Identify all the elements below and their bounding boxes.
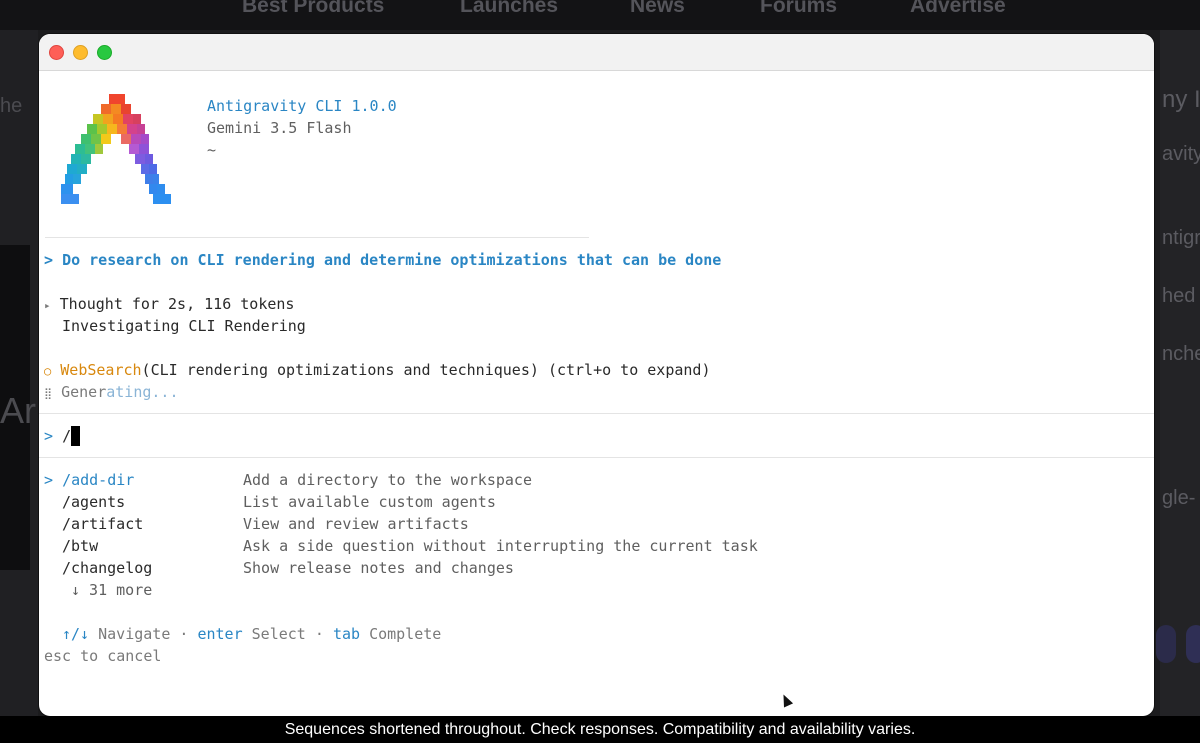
bg-right-text-1: ny I bbox=[1162, 86, 1200, 113]
prompt-marker: > bbox=[44, 251, 54, 269]
spinner-icon: ⣿ bbox=[44, 387, 53, 400]
input-bottom-divider bbox=[39, 457, 1154, 458]
command-item[interactable]: > /add-dir bbox=[44, 470, 134, 490]
input-value[interactable]: / bbox=[62, 427, 71, 445]
selected-marker: > bbox=[44, 471, 54, 489]
bg-left-text-2: Ar bbox=[0, 390, 36, 431]
bg-right-text-4: hed bbox=[1162, 285, 1196, 307]
model-name: Gemini 3.5 Flash bbox=[207, 119, 352, 137]
status-text-b: ating... bbox=[106, 383, 179, 401]
video-caption: Sequences shortened throughout. Check re… bbox=[0, 716, 1200, 743]
command-description: View and review artifacts bbox=[243, 515, 469, 533]
command-input[interactable]: > / bbox=[44, 426, 81, 446]
minimize-window-button[interactable] bbox=[73, 45, 88, 60]
command-description: List available custom agents bbox=[243, 493, 496, 511]
input-top-divider bbox=[39, 413, 1154, 414]
command-item[interactable]: /artifact bbox=[62, 514, 143, 534]
input-prompt-marker: > bbox=[44, 427, 54, 445]
bg-nav-best-products: Best Products bbox=[242, 0, 385, 17]
close-window-button[interactable] bbox=[49, 45, 64, 60]
expand-triangle-icon[interactable]: ▸ bbox=[44, 299, 51, 312]
command-item[interactable]: /agents bbox=[62, 492, 125, 512]
command-description: Ask a side question without interrupting… bbox=[243, 537, 758, 555]
command-item[interactable]: /btw bbox=[62, 536, 98, 556]
bg-right-text-5: nche bbox=[1162, 343, 1200, 365]
hint-separator: · bbox=[179, 625, 189, 643]
cancel-hint: esc to cancel bbox=[44, 647, 162, 665]
bg-button-shape bbox=[1156, 625, 1176, 663]
bg-right-text-2: avity bbox=[1162, 143, 1200, 165]
status-text-a: Gener bbox=[61, 383, 107, 401]
terminal-window[interactable]: Antigravity CLI 1.0.0 Gemini 3.5 Flash ~… bbox=[39, 34, 1154, 716]
key-hints: ↑/↓ Navigate · enter Select · tab Comple… bbox=[62, 624, 441, 644]
bg-button-shape-2 bbox=[1186, 625, 1200, 663]
status-line: ⣿ Generating... bbox=[44, 382, 179, 402]
command-name: /add-dir bbox=[62, 471, 135, 489]
thought-summary: Thought for 2s, 116 tokens bbox=[59, 295, 295, 313]
command-description: Show release notes and changes bbox=[243, 559, 514, 577]
nav-key: ↑/↓ bbox=[62, 625, 90, 643]
more-commands-indicator[interactable]: ↓ 31 more bbox=[71, 580, 152, 600]
text-cursor bbox=[71, 426, 81, 446]
enter-label: Select bbox=[251, 625, 306, 643]
nav-label: Navigate bbox=[98, 625, 171, 643]
logo-pixels bbox=[61, 94, 171, 204]
user-prompt-line: > Do research on CLI rendering and deter… bbox=[44, 250, 721, 270]
tab-label: Complete bbox=[369, 625, 442, 643]
hint-separator: · bbox=[314, 625, 324, 643]
tool-call-line[interactable]: ○ WebSearch(CLI rendering optimizations … bbox=[44, 360, 711, 380]
background-nav-bar: Best Products Launches News Forums Adver… bbox=[0, 0, 1200, 30]
app-name-version: Antigravity CLI 1.0.0 bbox=[207, 97, 397, 115]
maximize-window-button[interactable] bbox=[97, 45, 112, 60]
thought-detail: Investigating CLI Rendering bbox=[62, 317, 306, 335]
tab-key: tab bbox=[332, 625, 361, 643]
bg-left-text-1: he bbox=[0, 95, 23, 117]
bg-nav-launches: Launches bbox=[460, 0, 559, 17]
bg-right-text-3: ntigr bbox=[1162, 227, 1200, 249]
command-item[interactable]: /changelog bbox=[62, 558, 152, 578]
bg-nav-news: News bbox=[630, 0, 685, 17]
header-divider bbox=[45, 237, 589, 238]
user-prompt-text: Do research on CLI rendering and determi… bbox=[62, 251, 722, 269]
tool-args: (CLI rendering optimizations and techniq… bbox=[141, 361, 539, 379]
thought-summary-line[interactable]: ▸ Thought for 2s, 116 tokens bbox=[44, 294, 294, 314]
bg-nav-advertise: Advertise bbox=[910, 0, 1006, 17]
window-titlebar[interactable] bbox=[39, 34, 1154, 71]
tool-expand-hint: (ctrl+o to expand) bbox=[547, 361, 711, 379]
command-description: Add a directory to the workspace bbox=[243, 471, 532, 489]
bg-nav-forums: Forums bbox=[760, 0, 838, 17]
working-directory: ~ bbox=[207, 141, 217, 159]
bg-right-text-6: gle- bbox=[1162, 487, 1196, 509]
antigravity-logo-icon bbox=[61, 94, 171, 204]
tool-name: WebSearch bbox=[60, 361, 142, 379]
pending-circle-icon: ○ bbox=[44, 364, 52, 378]
enter-key: enter bbox=[197, 625, 243, 643]
